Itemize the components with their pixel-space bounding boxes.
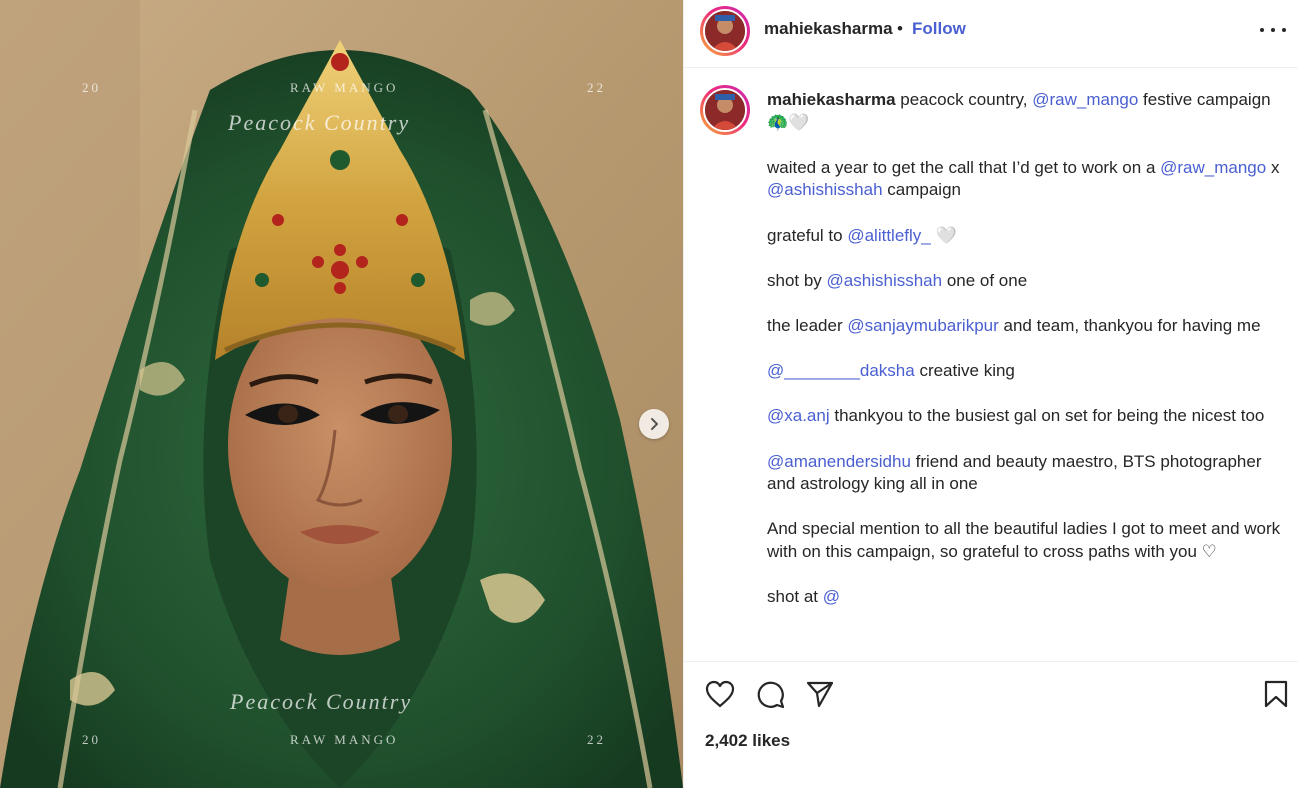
comment-button[interactable]	[754, 678, 786, 710]
caption-avatar[interactable]	[700, 85, 750, 135]
overlay-year-bottom-right: 22	[587, 732, 606, 747]
send-icon	[806, 681, 834, 708]
overlay-year-top-left: 20	[82, 80, 101, 95]
overlay-year-top-right: 22	[587, 80, 606, 95]
mention-link[interactable]: @________daksha	[767, 361, 915, 380]
caption-line: mahiekasharma peacock country, @raw_mang…	[767, 90, 1271, 132]
overlay-brand-bottom: RAW MANGO	[290, 732, 399, 747]
more-options-button[interactable]	[1260, 18, 1286, 42]
overlay-script-top: Peacock Country	[228, 110, 411, 135]
avatar[interactable]	[700, 6, 750, 56]
mention-link[interactable]: @alittlefly_	[847, 226, 930, 245]
caption-line: shot by @ashishisshah one of one	[767, 270, 1028, 290]
more-horizontal-icon	[1260, 28, 1264, 32]
post-caption: mahiekasharma peacock country, @raw_mang…	[767, 89, 1282, 631]
heart-icon	[705, 680, 735, 708]
chevron-right-icon	[651, 418, 658, 430]
like-button[interactable]	[704, 678, 736, 710]
bookmark-icon	[1264, 680, 1288, 708]
mention-link[interactable]: @raw_mango	[1160, 158, 1266, 177]
mention-link[interactable]: @sanjaymubarikpur	[847, 316, 998, 335]
post-actions: 2,402 likes	[684, 661, 1298, 788]
mention-link[interactable]: @	[823, 587, 840, 606]
mention-link[interactable]: @ashishisshah	[827, 271, 943, 290]
caption-line: @xa.anj thankyou to the busiest gal on s…	[767, 406, 1265, 426]
header-username[interactable]: mahiekasharma	[764, 19, 893, 39]
mention-link[interactable]: @xa.anj	[767, 406, 830, 425]
overlay-year-bottom-left: 20	[82, 732, 101, 747]
save-button[interactable]	[1260, 678, 1292, 710]
caption-author[interactable]: mahiekasharma	[767, 90, 896, 109]
post-side-panel: mahiekasharma • Follow mahiekasharma pea…	[683, 0, 1298, 788]
caption-line: shot at @	[767, 587, 841, 607]
mention-link[interactable]: @raw_mango	[1032, 90, 1138, 109]
mention-link[interactable]: @amanendersidhu	[767, 452, 911, 471]
caption-line: the leader @sanjaymubarikpur and team, t…	[767, 315, 1261, 335]
post-media[interactable]: 20 RAW MANGO 22 Peacock Country Peacock …	[0, 0, 683, 788]
comments-area[interactable]: mahiekasharma peacock country, @raw_mang…	[684, 69, 1298, 661]
share-button[interactable]	[804, 678, 836, 710]
mention-link[interactable]: @ashishisshah	[767, 180, 883, 199]
likes-count[interactable]: 2,402 likes	[705, 731, 790, 751]
avatar-image	[705, 11, 745, 51]
caption-line: And special mention to all the beautiful…	[767, 519, 1281, 561]
header-separator: •	[897, 19, 903, 38]
post-header: mahiekasharma • Follow	[684, 0, 1298, 68]
next-image-button[interactable]	[639, 409, 669, 439]
caption-line: @________daksha creative king	[767, 361, 1015, 381]
caption-line: @amanendersidhu friend and beauty maestr…	[767, 451, 1262, 494]
comment-icon	[757, 681, 785, 709]
overlay-script-bottom: Peacock Country	[230, 689, 413, 714]
caption-line: grateful to @alittlefly_ 🤍	[767, 225, 957, 245]
avatar-image	[705, 90, 745, 130]
overlay-brand-top: RAW MANGO	[290, 80, 399, 95]
caption-line: waited a year to get the call that I’d g…	[767, 157, 1280, 200]
follow-button[interactable]: Follow	[912, 19, 966, 39]
